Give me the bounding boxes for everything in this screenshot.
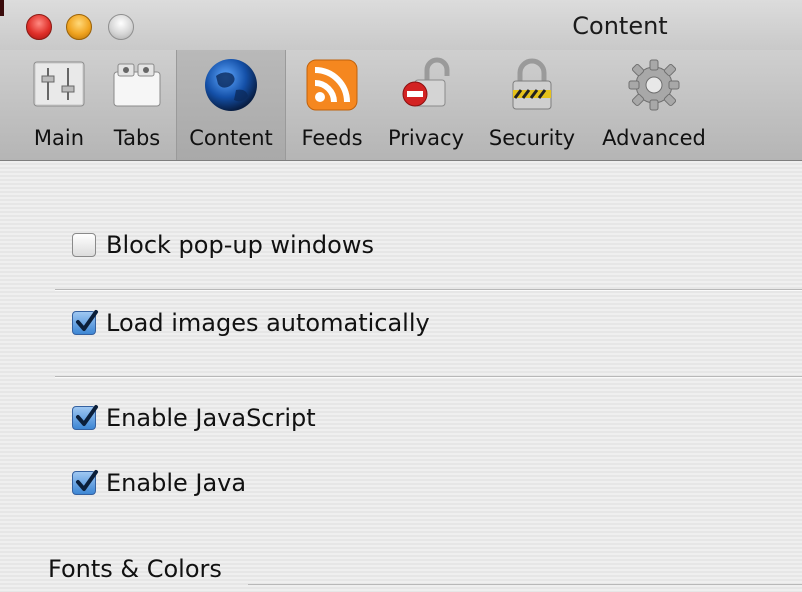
separator [55,289,802,291]
load-images-label[interactable]: Load images automatically [106,309,430,337]
switch-panel-icon [30,56,88,114]
padlock-icon [503,56,561,114]
globe-icon [202,56,260,114]
title-bar[interactable]: Content [0,0,802,50]
separator [55,376,802,378]
block-popups-label[interactable]: Block pop-up windows [106,231,374,259]
fonts-colors-heading: Fonts & Colors [48,555,222,583]
toolbar-item-content-label: Content [189,126,273,150]
load-images-checkbox[interactable] [72,310,98,335]
toolbar-item-feeds-label: Feeds [301,126,363,150]
window-corner-mark [0,0,4,16]
rss-icon [303,56,361,114]
toolbar-item-main[interactable]: Main [18,50,100,160]
gear-icon [625,56,683,114]
open-lock-stop-icon [397,56,455,114]
toolbar-item-privacy[interactable]: Privacy [378,50,474,160]
block-popups-checkbox[interactable] [72,233,96,257]
minimize-window-button[interactable] [66,14,92,40]
close-window-button[interactable] [26,14,52,40]
preferences-toolbar: Main Tabs Content Feeds Privacy Security… [0,50,802,161]
checkmark-icon [76,310,98,331]
checkmark-icon [76,470,98,491]
checkmark-icon [76,405,98,426]
enable-java-label[interactable]: Enable Java [106,469,246,497]
tabs-icon [108,56,166,114]
toolbar-item-main-label: Main [33,126,85,150]
zoom-window-button[interactable] [108,14,134,40]
section-divider [248,584,802,585]
toolbar-item-security-label: Security [488,126,576,150]
toolbar-item-tabs[interactable]: Tabs [100,50,174,160]
enable-javascript-label[interactable]: Enable JavaScript [106,404,316,432]
toolbar-item-advanced-label: Advanced [602,126,706,150]
toolbar-item-feeds[interactable]: Feeds [290,50,374,160]
preferences-window: Content Main Tabs Content Feeds Privacy … [0,0,802,592]
toolbar-item-advanced[interactable]: Advanced [590,50,718,160]
toolbar-item-tabs-label: Tabs [113,126,161,150]
enable-java-checkbox[interactable] [72,470,98,495]
toolbar-item-security[interactable]: Security [480,50,584,160]
toolbar-item-content[interactable]: Content [176,50,286,160]
toolbar-item-privacy-label: Privacy [387,126,465,150]
content-preferences-pane: Block pop-up windows Load images automat… [0,161,802,592]
window-title: Content [572,12,668,40]
enable-javascript-checkbox[interactable] [72,405,98,430]
